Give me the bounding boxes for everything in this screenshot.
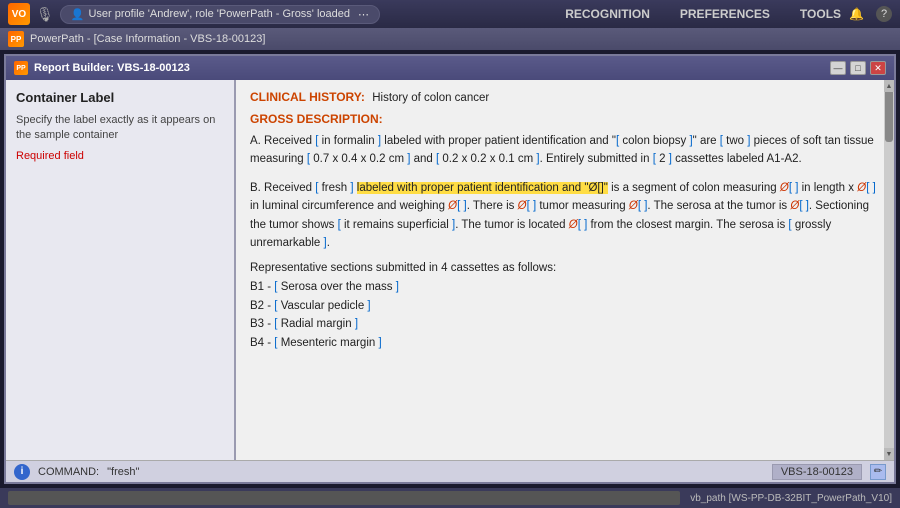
top-bar-right: 🔔 ? <box>849 6 892 22</box>
list-section: Representative sections submitted in 4 c… <box>250 262 880 352</box>
main-window: PP Report Builder: VBS-18-00123 — □ ✕ Co… <box>4 54 896 484</box>
window-logo: PP <box>14 61 28 75</box>
nav-recognition[interactable]: RECOGNITION <box>565 7 650 21</box>
command-label: COMMAND: <box>38 466 99 478</box>
gross-header: GROSS DESCRIPTION: <box>250 112 880 126</box>
window-title-bar: PP Report Builder: VBS-18-00123 — □ ✕ <box>6 56 894 80</box>
paragraph-b: B. Received [ fresh ] labeled with prope… <box>250 179 880 253</box>
para-a-prefix: A. Received <box>250 135 312 147</box>
powerpath-logo: PP <box>8 31 24 47</box>
help-icon[interactable]: ? <box>876 6 892 22</box>
maximize-button[interactable]: □ <box>850 61 866 75</box>
list-header: Representative sections submitted in 4 c… <box>250 262 880 274</box>
list-item-b2: B2 - [ Vascular pedicle ] <box>250 297 880 315</box>
scroll-arrow-down[interactable]: ▼ <box>884 448 894 460</box>
scroll-arrow-up[interactable]: ▲ <box>884 80 894 92</box>
list-item-b3: B3 - [ Radial margin ] <box>250 315 880 333</box>
para-b-prefix: B. Received <box>250 182 315 194</box>
highlighted-text: labeled with proper patient identificati… <box>357 182 601 194</box>
scrollbar[interactable]: ▲ ▼ <box>884 80 894 460</box>
panel-title: Container Label <box>16 90 224 105</box>
more-icon[interactable]: ⋯ <box>358 8 369 21</box>
window-title-text: Report Builder: VBS-18-00123 <box>34 62 190 74</box>
bell-icon[interactable]: 🔔 <box>849 7 864 21</box>
second-bar: PP PowerPath - [Case Information - VBS-1… <box>0 28 900 50</box>
gross-description-section: GROSS DESCRIPTION: A. Received [ in form… <box>250 112 880 352</box>
status-bar: i COMMAND: "fresh" VBS-18-00123 ✏ <box>6 460 894 482</box>
bottom-path: vb_path [WS-PP-DB-32BIT_PowerPath_V10] <box>690 493 892 504</box>
panel-desc: Specify the label exactly as it appears … <box>16 113 224 144</box>
window-controls: — □ ✕ <box>830 61 886 75</box>
para-a-mid: labeled with proper patient identificati… <box>384 135 616 147</box>
top-bar: VO 🎙 👤 User profile 'Andrew', role 'Powe… <box>0 0 900 28</box>
bottom-bar: vb_path [WS-PP-DB-32BIT_PowerPath_V10] <box>0 488 900 508</box>
clinical-text: History of colon cancer <box>372 92 489 104</box>
top-bar-nav: RECOGNITION PREFERENCES TOOLS <box>565 7 841 21</box>
progress-bar <box>8 491 680 505</box>
nav-tools[interactable]: TOOLS <box>800 7 841 21</box>
nav-preferences[interactable]: PREFERENCES <box>680 7 770 21</box>
edit-icon[interactable]: ✏ <box>870 464 886 480</box>
para-a-formalin: in formalin <box>322 135 375 147</box>
command-value: "fresh" <box>107 466 139 478</box>
close-button[interactable]: ✕ <box>870 61 886 75</box>
list-item-b4: B4 - [ Mesenteric margin ] <box>250 334 880 352</box>
user-icon: 👤 <box>71 8 85 21</box>
clinical-header: CLINICAL HISTORY: <box>250 90 365 104</box>
window-content: Container Label Specify the label exactl… <box>6 80 894 460</box>
user-badge: 👤 User profile 'Andrew', role 'PowerPath… <box>60 5 380 24</box>
info-icon: i <box>14 464 30 480</box>
highlight-end: " <box>604 182 608 194</box>
paragraph-a: A. Received [ in formalin ] labeled with… <box>250 132 880 169</box>
window-title-left: PP Report Builder: VBS-18-00123 <box>14 61 190 75</box>
para-a-biopsy: colon biopsy <box>622 135 686 147</box>
left-panel: Container Label Specify the label exactl… <box>6 80 236 460</box>
top-bar-left: VO 🎙 👤 User profile 'Andrew', role 'Powe… <box>8 3 557 25</box>
case-id-badge: VBS-18-00123 <box>772 464 862 480</box>
right-panel[interactable]: CLINICAL HISTORY: History of colon cance… <box>236 80 894 460</box>
user-badge-text: User profile 'Andrew', role 'PowerPath -… <box>88 8 350 20</box>
mic-icon[interactable]: 🎙 <box>36 6 54 23</box>
bracket-close-a: ] <box>375 135 385 147</box>
bracket-close-fresh: ] <box>347 182 353 194</box>
second-bar-title: PowerPath - [Case Information - VBS-18-0… <box>30 33 265 45</box>
para-b-fresh: fresh <box>322 182 348 194</box>
app-logo: VO <box>8 3 30 25</box>
clinical-history-section: CLINICAL HISTORY: History of colon cance… <box>250 90 880 104</box>
list-item-b1: B1 - [ Serosa over the mass ] <box>250 278 880 296</box>
required-field-label: Required field <box>16 150 224 162</box>
minimize-button[interactable]: — <box>830 61 846 75</box>
